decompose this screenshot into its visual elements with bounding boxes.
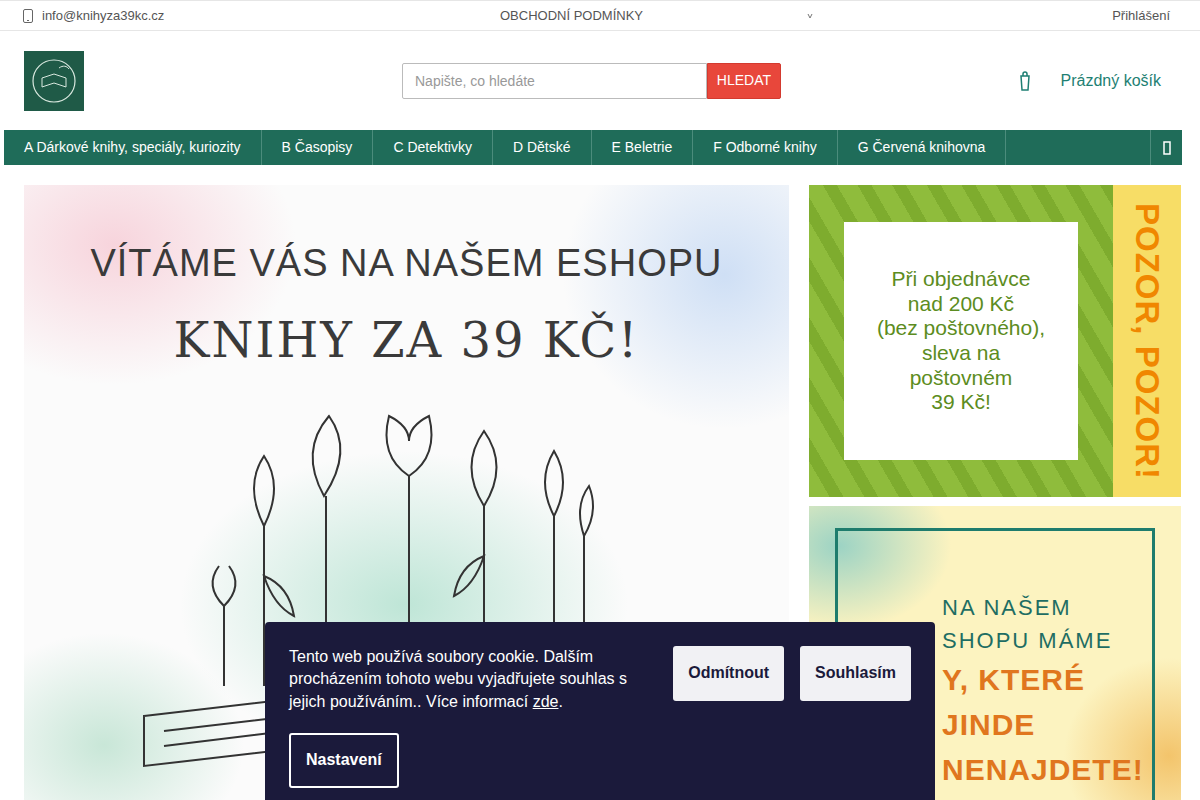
cookie-banner: Tento web používá soubory cookie. Dalším…	[265, 622, 935, 800]
menu-item[interactable]: A Dárkové knihy, speciály, kuriozity	[4, 130, 262, 165]
menu-more-button[interactable]	[1150, 130, 1182, 165]
promo-line: NA NAŠEM	[942, 591, 1144, 624]
cookie-buttons: Odmítnout Souhlasím	[673, 646, 911, 701]
cart-label[interactable]: Prázdný košík	[1061, 69, 1161, 93]
cart-icon[interactable]	[1019, 70, 1031, 92]
menu-item[interactable]: D Dětské	[493, 130, 592, 165]
promo-line: poštovném	[850, 366, 1072, 391]
decline-button[interactable]: Odmítnout	[673, 646, 784, 701]
promo-line: SHOPU MÁME	[942, 624, 1144, 657]
promo-highlight: Y, KTERÉ JINDE	[942, 657, 1144, 747]
cart[interactable]: Prázdný košík	[1019, 69, 1161, 93]
search-input[interactable]	[402, 63, 707, 99]
login-link[interactable]: Přihlášení	[1112, 6, 1170, 26]
promo-highlight: NENAJDETE!	[942, 747, 1144, 792]
promo-line: Při objednávce	[850, 267, 1072, 292]
menu-item[interactable]: F Odborné knihy	[693, 130, 838, 165]
cookie-message: Tento web používá soubory cookie. Dalším…	[289, 648, 627, 710]
shipping-promo-banner[interactable]: Při objednávcenad 200 Kč(bez poštovného)…	[809, 185, 1181, 497]
menu-item[interactable]: C Detektivky	[373, 130, 493, 165]
cookie-settings-button[interactable]: Nastavení	[289, 733, 399, 788]
cookie-message-end: .	[558, 693, 562, 710]
top-bar: info@knihyza39kc.cz OBCHODNÍ PODMÍNKY Př…	[0, 0, 1200, 31]
search-button[interactable]: HLEDAT	[707, 63, 781, 99]
promo-line: sleva na	[850, 341, 1072, 366]
promo-side-text: POZOR, POZOR!	[1122, 203, 1172, 480]
search-form: HLEDAT	[402, 63, 781, 99]
menu-item[interactable]: B Časopisy	[262, 130, 374, 165]
header: HLEDAT Prázdný košík	[0, 31, 1200, 130]
logo-icon[interactable]	[24, 51, 84, 111]
hero-title: VÍTÁME VÁS NA NAŠEM ESHOPU	[24, 185, 789, 292]
phone-icon	[22, 9, 34, 23]
dropdown-icon[interactable]	[807, 12, 813, 20]
menu-item[interactable]: E Beletrie	[592, 130, 694, 165]
promo-line: (bez poštovného),	[850, 316, 1072, 341]
promo-text-box: Při objednávcenad 200 Kč(bez poštovného)…	[844, 222, 1078, 460]
promo-line: 39 Kč!	[850, 390, 1072, 415]
menu-item[interactable]: G Červená knihovna	[838, 130, 1007, 165]
promo-line: nad 200 Kč	[850, 292, 1072, 317]
hero-subtitle: KNIHY ZA 39 KČ!	[24, 304, 789, 376]
email-link[interactable]: info@knihyza39kc.cz	[42, 6, 164, 26]
terms-link[interactable]: OBCHODNÍ PODMÍNKY	[500, 6, 643, 26]
cookie-text: Tento web používá soubory cookie. Dalším…	[289, 646, 639, 713]
chevron-icon[interactable]	[1163, 141, 1171, 155]
category-menu: A Dárkové knihy, speciály, kuriozityB Ča…	[4, 130, 1182, 165]
accept-button[interactable]: Souhlasím	[800, 646, 911, 701]
cookie-info-link[interactable]: zde	[533, 693, 559, 710]
